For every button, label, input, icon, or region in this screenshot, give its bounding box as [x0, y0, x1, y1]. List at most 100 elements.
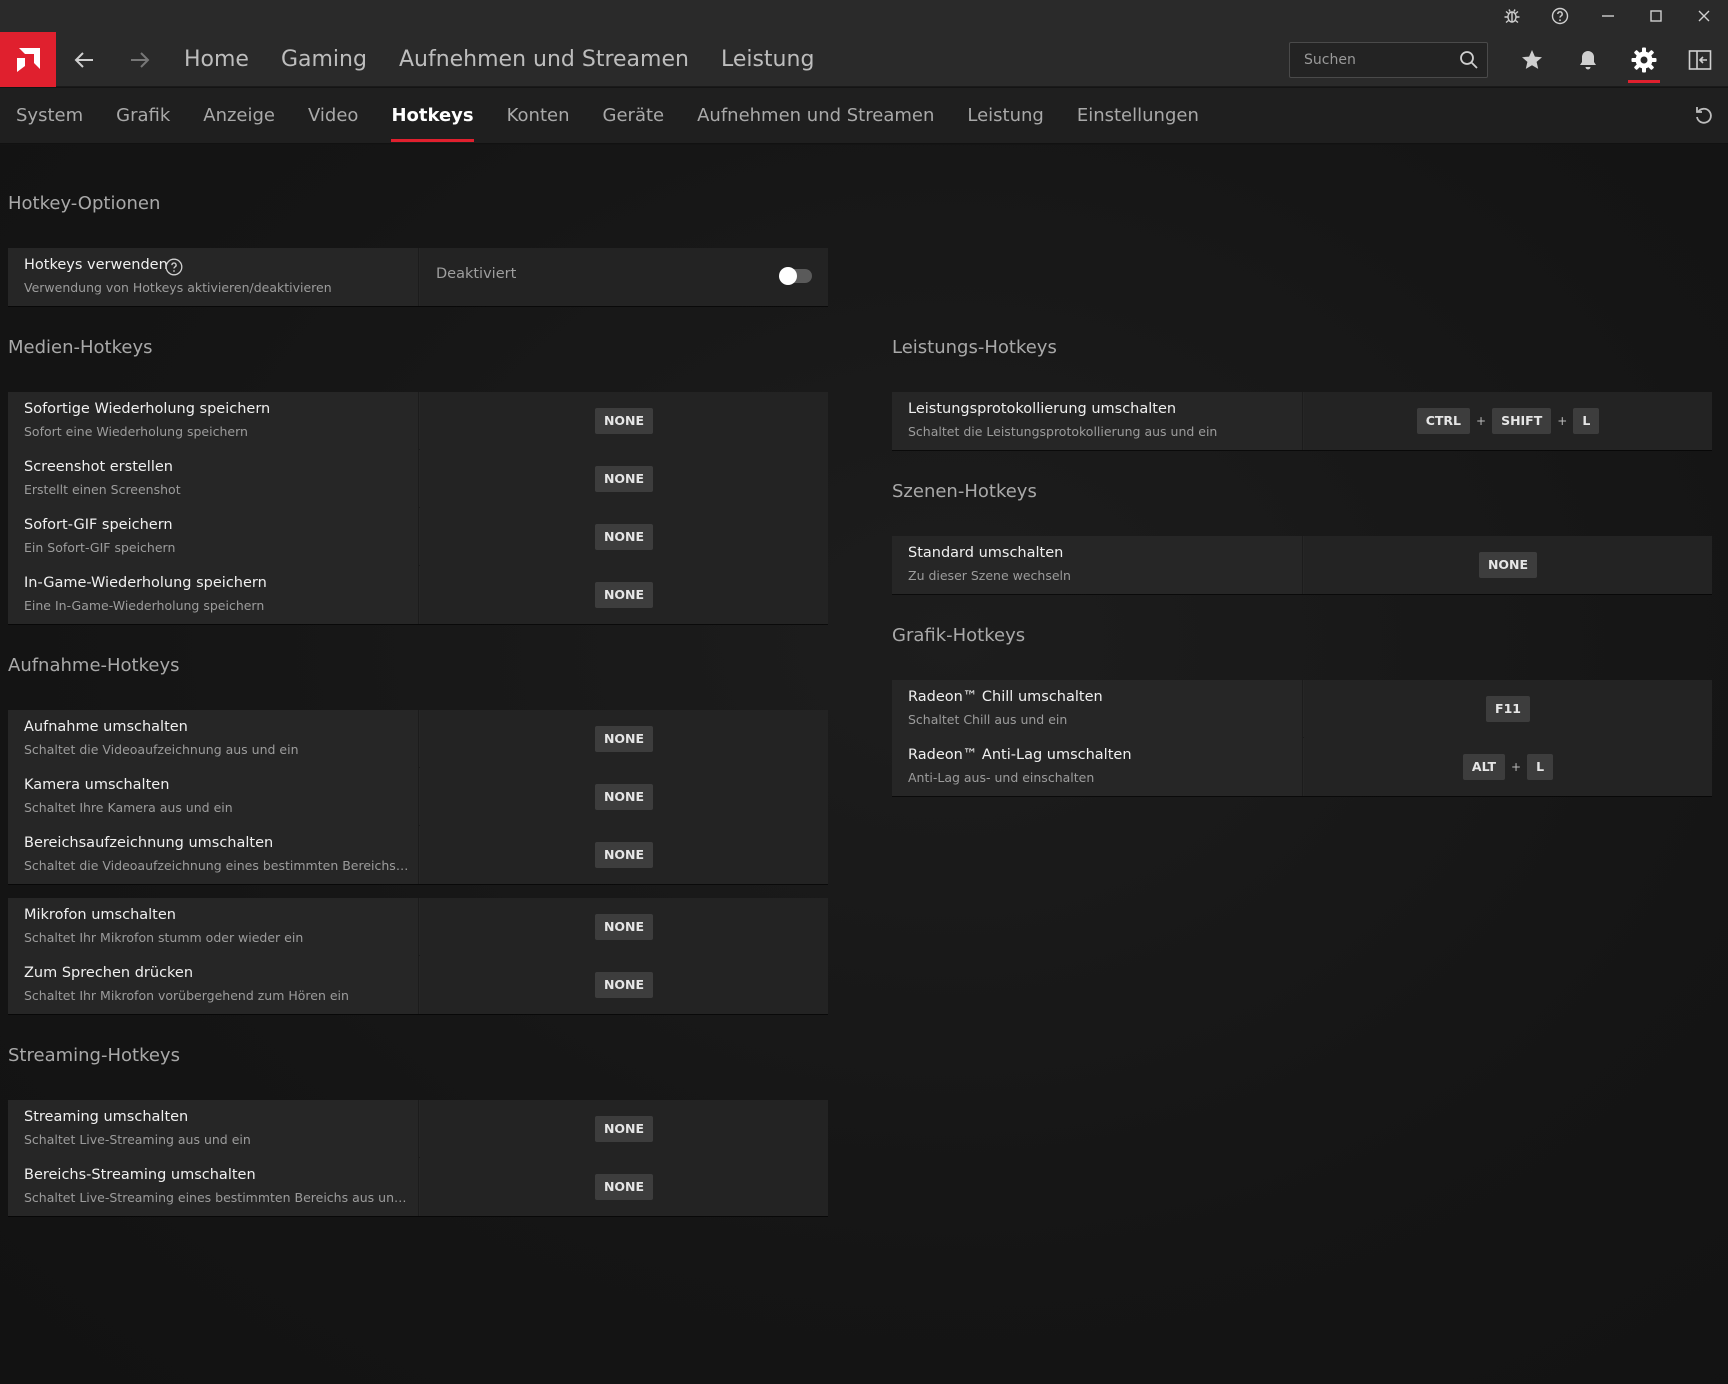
hotkey-description: Zu dieser Szene wechseln — [908, 568, 1071, 583]
notifications-bell-icon[interactable] — [1560, 32, 1616, 87]
back-arrow-icon[interactable] — [56, 32, 112, 87]
hotkey-key-combination[interactable]: NONE — [420, 1116, 828, 1142]
hotkey-binding-cell[interactable]: NONE — [420, 450, 828, 508]
hotkey-key-badge[interactable]: ALT — [1462, 754, 1506, 780]
minimize-icon[interactable] — [1584, 0, 1632, 32]
hotkey-key-badge[interactable]: L — [1527, 754, 1554, 780]
hotkey-binding-cell[interactable]: NONE — [1304, 536, 1712, 594]
hotkey-key-combination[interactable]: NONE — [420, 972, 828, 998]
hotkeys-toggle-switch[interactable] — [779, 267, 812, 285]
maximize-icon[interactable] — [1632, 0, 1680, 32]
key-plus-separator: + — [1476, 414, 1487, 428]
hotkey-key-combination[interactable]: ALT + L — [1304, 754, 1712, 780]
settings-gear-icon[interactable] — [1616, 32, 1672, 87]
hotkey-title: Streaming umschalten — [24, 1109, 189, 1125]
hotkey-binding-cell[interactable]: NONE — [420, 826, 828, 884]
search-input[interactable] — [1290, 43, 1450, 77]
hotkey-key-badge[interactable]: F11 — [1486, 696, 1530, 722]
hotkey-key-badge[interactable]: NONE — [594, 784, 654, 810]
question-circle-icon[interactable] — [165, 258, 183, 276]
hotkey-title: Radeon™ Chill umschalten — [908, 689, 1103, 705]
hotkey-key-combination[interactable]: NONE — [420, 582, 828, 608]
tab-anzeige[interactable]: Anzeige — [203, 88, 275, 144]
hotkey-key-combination[interactable]: NONE — [420, 842, 828, 868]
hotkey-key-combination[interactable]: NONE — [420, 524, 828, 550]
hotkey-binding-cell[interactable]: NONE — [420, 956, 828, 1014]
hotkey-key-badge[interactable]: NONE — [594, 726, 654, 752]
hotkey-label-cell: Aufnahme umschalten Schaltet die Videoauf… — [8, 710, 419, 768]
main-tab-gaming[interactable]: Gaming — [281, 32, 367, 87]
hotkey-key-badge[interactable]: NONE — [594, 842, 654, 868]
hotkey-binding-cell[interactable]: F11 — [1304, 680, 1712, 738]
hotkey-key-badge[interactable]: NONE — [594, 1174, 654, 1200]
close-icon[interactable] — [1680, 0, 1728, 32]
sidebar-toggle-icon[interactable] — [1672, 32, 1728, 87]
hotkey-key-combination[interactable]: NONE — [420, 726, 828, 752]
tab-leistung[interactable]: Leistung — [967, 88, 1043, 144]
sub-tabs: System Grafik Anzeige Video Hotkeys Kont… — [16, 88, 1232, 144]
tab-grafik[interactable]: Grafik — [116, 88, 170, 144]
bug-report-icon[interactable] — [1488, 0, 1536, 32]
main-tab-home[interactable]: Home — [184, 32, 249, 87]
tab-system[interactable]: System — [16, 88, 83, 144]
tab-geraete[interactable]: Geräte — [603, 88, 665, 144]
hotkey-key-badge[interactable]: NONE — [594, 408, 654, 434]
hotkey-key-combination[interactable]: CTRL + SHIFT + L — [1304, 408, 1712, 434]
hotkey-key-badge[interactable]: L — [1573, 408, 1600, 434]
hotkey-key-combination[interactable]: F11 — [1304, 696, 1712, 722]
hotkey-key-badge[interactable]: SHIFT — [1492, 408, 1552, 434]
hotkey-label-cell: Zum Sprechen drücken Schaltet Ihr Mikrofo… — [8, 956, 419, 1014]
hotkey-binding-cell[interactable]: NONE — [420, 768, 828, 826]
hotkey-binding-cell[interactable]: NONE — [420, 1158, 828, 1216]
hotkey-key-combination[interactable]: NONE — [420, 914, 828, 940]
tab-record-stream[interactable]: Aufnehmen und Streamen — [697, 88, 934, 144]
hotkey-description: Schaltet die Leistungsprotokollierung au… — [908, 424, 1218, 439]
hotkey-key-badge[interactable]: NONE — [1478, 552, 1538, 578]
hotkey-key-combination[interactable]: NONE — [420, 408, 828, 434]
hotkey-key-badge[interactable]: NONE — [594, 466, 654, 492]
hotkey-key-badge[interactable]: NONE — [594, 914, 654, 940]
hotkey-key-badge[interactable]: CTRL — [1416, 408, 1470, 434]
favorites-star-icon[interactable] — [1504, 32, 1560, 87]
performance-hotkeys-card: Leistungsprotokollierung umschalten Schal… — [892, 392, 1712, 450]
tab-einstellungen[interactable]: Einstellungen — [1077, 88, 1199, 144]
hotkey-binding-cell[interactable]: CTRL + SHIFT + L — [1304, 392, 1712, 450]
hotkey-binding-cell[interactable]: NONE — [420, 392, 828, 450]
main-tab-performance[interactable]: Leistung — [721, 32, 814, 87]
streaming-hotkeys-card: Streaming umschalten Schaltet Live-Stream… — [8, 1100, 828, 1216]
tab-hotkeys[interactable]: Hotkeys — [391, 88, 474, 144]
search-icon[interactable] — [1459, 50, 1479, 70]
hotkey-key-badge[interactable]: NONE — [594, 582, 654, 608]
hotkey-binding-cell[interactable]: NONE — [420, 566, 828, 624]
hotkey-row-kamera-umschalten: Kamera umschalten Schaltet Ihre Kamera au… — [8, 768, 828, 826]
hotkey-binding-cell[interactable]: NONE — [420, 1100, 828, 1158]
hotkey-binding-cell[interactable]: NONE — [420, 508, 828, 566]
tab-konten[interactable]: Konten — [507, 88, 570, 144]
hotkey-binding-cell[interactable]: NONE — [420, 898, 828, 956]
hotkey-row-leistungsprotokollierung-umschalten: Leistungsprotokollierung umschalten Schal… — [892, 392, 1712, 450]
hotkey-description: Schaltet Chill aus und ein — [908, 712, 1068, 727]
section-title-scene-hotkeys: Szenen-Hotkeys — [892, 481, 1037, 502]
hotkey-key-badge[interactable]: NONE — [594, 524, 654, 550]
reset-icon[interactable] — [1692, 104, 1716, 128]
forward-arrow-icon[interactable] — [112, 32, 168, 87]
hotkey-description: Eine In-Game-Wiederholung speichern — [24, 598, 265, 613]
hotkey-title: Standard umschalten — [908, 545, 1064, 561]
hotkey-row-zum-sprechen-druecken: Zum Sprechen drücken Schaltet Ihr Mikrofo… — [8, 956, 828, 1014]
hotkey-key-combination[interactable]: NONE — [420, 1174, 828, 1200]
hotkey-label-cell: Bereichs-Streaming umschalten Schaltet Li… — [8, 1158, 419, 1216]
tab-video[interactable]: Video — [308, 88, 358, 144]
main-tab-record-stream[interactable]: Aufnehmen und Streamen — [399, 32, 689, 87]
hotkey-key-combination[interactable]: NONE — [420, 784, 828, 810]
hotkey-binding-cell[interactable]: NONE — [420, 710, 828, 768]
hotkey-label-cell: Streaming umschalten Schaltet Live-Stream… — [8, 1100, 419, 1158]
hotkey-key-badge[interactable]: NONE — [594, 972, 654, 998]
hotkey-binding-cell[interactable]: ALT + L — [1304, 738, 1712, 796]
hotkey-key-combination[interactable]: NONE — [1304, 552, 1712, 578]
help-icon[interactable] — [1536, 0, 1584, 32]
setting-label-cell: Hotkeys verwenden Verwendung von Hotkeys… — [8, 248, 419, 306]
title-bar — [0, 0, 1728, 32]
hotkey-key-badge[interactable]: NONE — [594, 1116, 654, 1142]
amd-logo-icon[interactable] — [0, 32, 56, 87]
hotkey-key-combination[interactable]: NONE — [420, 466, 828, 492]
